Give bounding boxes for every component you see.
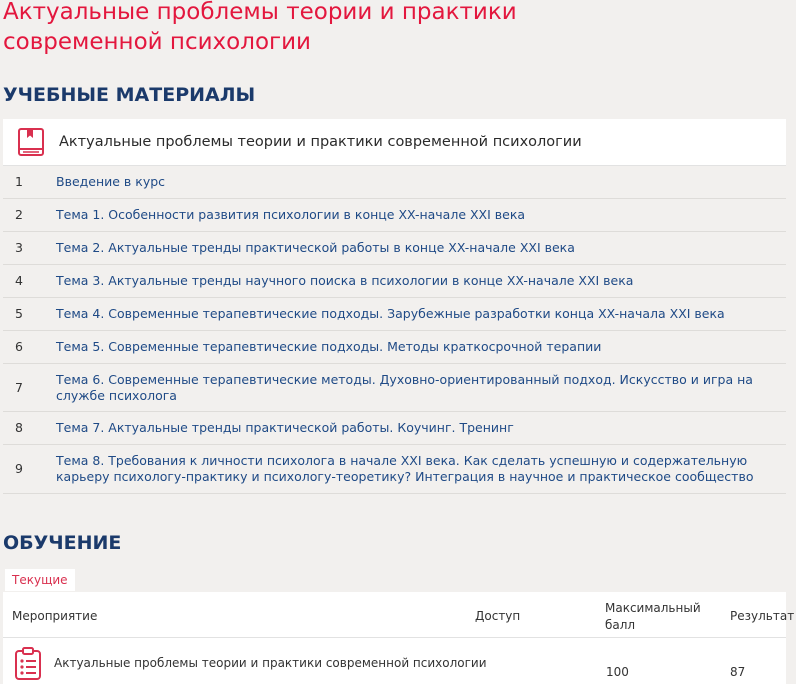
item-number: 9 bbox=[15, 461, 23, 476]
list-item: 2 Тема 1. Особенности развития психологи… bbox=[3, 199, 786, 232]
list-item: 8 Тема 7. Актуальные тренды практической… bbox=[3, 412, 786, 445]
item-number: 5 bbox=[15, 306, 23, 321]
item-number: 6 bbox=[15, 339, 23, 354]
table-divider bbox=[3, 637, 786, 638]
column-header-result: Результат bbox=[730, 609, 795, 623]
clipboard-icon bbox=[15, 647, 41, 680]
material-link-topic-5[interactable]: Тема 5. Современные терапевтические подх… bbox=[56, 339, 786, 355]
item-number: 1 bbox=[15, 174, 23, 189]
materials-list: 1 Введение в курс 2 Тема 1. Особенности … bbox=[3, 166, 786, 494]
materials-heading: УЧЕБНЫЕ МАТЕРИАЛЫ bbox=[3, 84, 256, 106]
material-link-intro[interactable]: Введение в курс bbox=[56, 174, 786, 190]
materials-card-title: Актуальные проблемы теории и практики со… bbox=[59, 134, 582, 150]
tab-current[interactable]: Текущие bbox=[5, 569, 75, 591]
material-link-topic-1[interactable]: Тема 1. Особенности развития психологии … bbox=[56, 207, 786, 223]
item-number: 4 bbox=[15, 273, 23, 288]
list-item: 1 Введение в курс bbox=[3, 166, 786, 199]
materials-card: Актуальные проблемы теории и практики со… bbox=[3, 119, 786, 494]
row-result: 87 bbox=[730, 665, 746, 679]
column-header-max-score: Максимальный балл bbox=[605, 601, 701, 632]
material-link-topic-2[interactable]: Тема 2. Актуальные тренды практической р… bbox=[56, 240, 786, 256]
item-number: 2 bbox=[15, 207, 23, 222]
item-number: 8 bbox=[15, 420, 23, 435]
material-link-topic-6[interactable]: Тема 6. Современные терапевтические мето… bbox=[56, 372, 786, 404]
material-link-topic-3[interactable]: Тема 3. Актуальные тренды научного поиск… bbox=[56, 273, 786, 289]
list-item: 6 Тема 5. Современные терапевтические по… bbox=[3, 331, 786, 364]
column-header-access: Доступ bbox=[475, 609, 521, 623]
list-item: 7 Тема 6. Современные терапевтические ме… bbox=[3, 364, 786, 412]
page-title: Актуальные проблемы теории и практики со… bbox=[3, 0, 517, 55]
list-item: 5 Тема 4. Современные терапевтические по… bbox=[3, 298, 786, 331]
material-link-topic-8[interactable]: Тема 8. Требования к личности психолога … bbox=[56, 453, 786, 485]
list-item: 4 Тема 3. Актуальные тренды научного пои… bbox=[3, 265, 786, 298]
study-table: Мероприятие Доступ Максимальный балл Рез… bbox=[3, 592, 794, 684]
item-number: 3 bbox=[15, 240, 23, 255]
list-item: 3 Тема 2. Актуальные тренды практической… bbox=[3, 232, 786, 265]
item-number: 7 bbox=[15, 379, 23, 395]
row-max-score: 100 bbox=[606, 665, 629, 679]
column-header-event: Мероприятие bbox=[12, 609, 98, 623]
row-event-name[interactable]: Актуальные проблемы теории и практики со… bbox=[54, 656, 487, 670]
materials-card-header: Актуальные проблемы теории и практики со… bbox=[3, 119, 786, 166]
book-icon bbox=[18, 128, 44, 156]
material-link-topic-7[interactable]: Тема 7. Актуальные тренды практической р… bbox=[56, 420, 786, 436]
material-link-topic-4[interactable]: Тема 4. Современные терапевтические подх… bbox=[56, 306, 786, 322]
list-item: 9 Тема 8. Требования к личности психолог… bbox=[3, 445, 786, 494]
study-heading: ОБУЧЕНИЕ bbox=[3, 532, 122, 554]
